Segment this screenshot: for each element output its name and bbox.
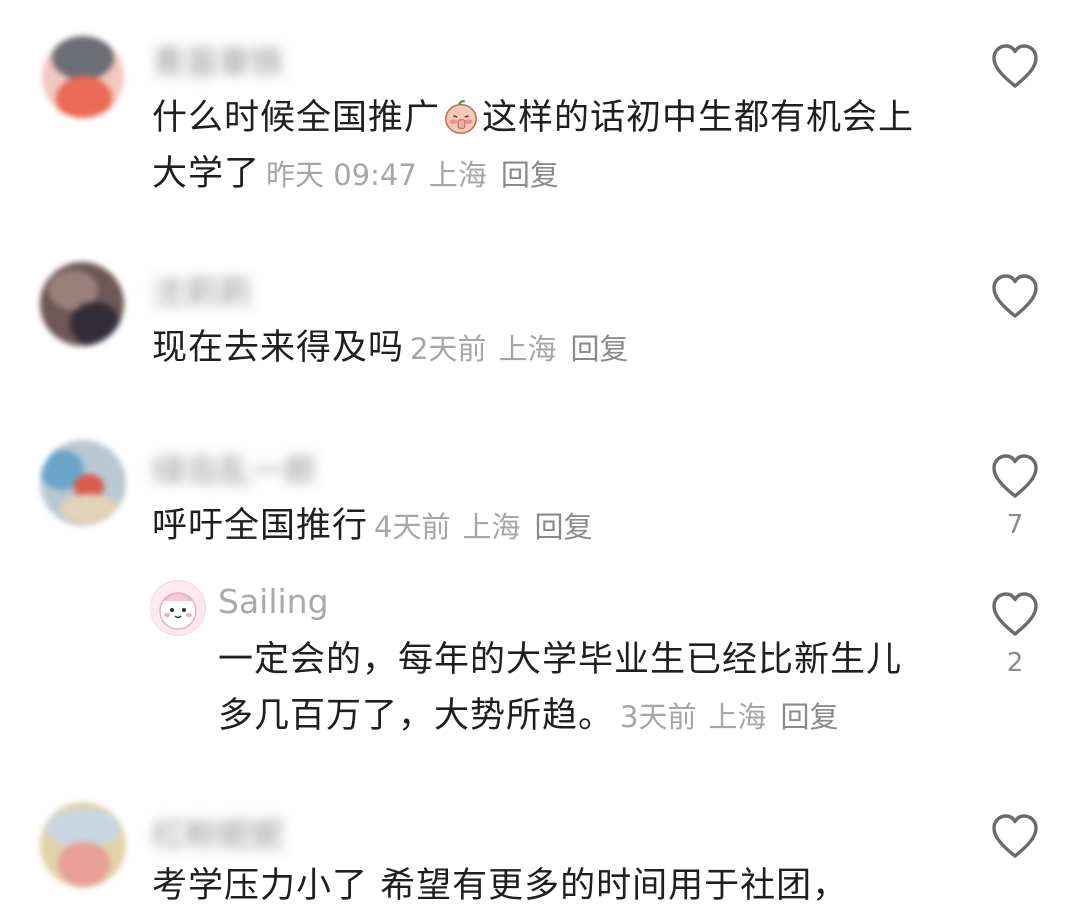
heart-icon[interactable] — [990, 42, 1040, 92]
comment-location: 上海 — [498, 332, 557, 366]
avatar[interactable] — [42, 36, 124, 118]
cartoon-avatar-icon — [159, 592, 197, 630]
reply-location: 上海 — [708, 700, 767, 734]
comment-text-part: 这样的话初中生都有机会上 — [482, 98, 915, 138]
comment-time: 4天前 — [374, 510, 451, 544]
avatar[interactable] — [40, 802, 126, 888]
reply-text-part: 一定会的，每年的大学毕业生已经比新生儿 — [218, 640, 903, 680]
reply-text-part: 多几百万了，大势所趋。 — [218, 696, 615, 736]
reply-button[interactable]: 回复 — [501, 158, 559, 192]
comment-location: 上海 — [428, 158, 487, 192]
reply-button[interactable]: 回复 — [570, 332, 628, 366]
heart-icon[interactable] — [990, 590, 1040, 640]
avatar[interactable] — [40, 262, 124, 346]
comment-time: 2天前 — [410, 332, 487, 366]
comment-text-part: 大学了 — [152, 154, 261, 194]
username[interactable]: 红粉妮妮 — [152, 808, 284, 856]
comment-location: 上海 — [462, 510, 521, 544]
comment-text: 现在去来得及吗 2天前 上海 回复 — [152, 320, 952, 377]
comment-text-part: 呼吁全国推行 — [152, 506, 369, 546]
reply-button[interactable]: 回复 — [534, 510, 592, 544]
reply-text: 一定会的，每年的大学毕业生已经比新生儿 多几百万了，大势所趋。 3天前 上海 回复 — [218, 632, 958, 745]
username[interactable]: 青苗章铁 — [152, 36, 284, 84]
comment-time: 昨天 09:47 — [266, 158, 417, 192]
avatar[interactable] — [150, 580, 206, 636]
heart-icon[interactable] — [990, 812, 1040, 862]
blushing-peach-icon — [445, 100, 477, 134]
like-count: 7 — [1006, 510, 1024, 540]
comment-text-part: 什么时候全国推广 — [152, 98, 441, 138]
comment-text: 什么时候全国推广 这样的话初中生都有机会上 大学了 昨天 09:47 上海 回复 — [152, 90, 952, 203]
username[interactable]: 绿岛乱一郎 — [152, 444, 317, 492]
reply-time: 3天前 — [620, 700, 697, 734]
comment-text: 呼吁全国推行 4天前 上海 回复 — [152, 498, 952, 555]
comment-text-part: 现在去来得及吗 — [152, 328, 405, 368]
comment-text: 考学压力小了 希望有更多的时间用于社团， — [152, 858, 952, 914]
like-count: 2 — [1006, 648, 1024, 678]
username[interactable]: Sailing — [218, 582, 329, 621]
heart-icon[interactable] — [990, 272, 1040, 322]
reply-button[interactable]: 回复 — [780, 700, 838, 734]
username[interactable]: 沈莉莉 — [152, 266, 251, 314]
heart-icon[interactable] — [990, 452, 1040, 502]
comment-text-part: 考学压力小了 希望有更多的时间用于社团， — [152, 866, 849, 906]
avatar[interactable] — [40, 440, 126, 526]
